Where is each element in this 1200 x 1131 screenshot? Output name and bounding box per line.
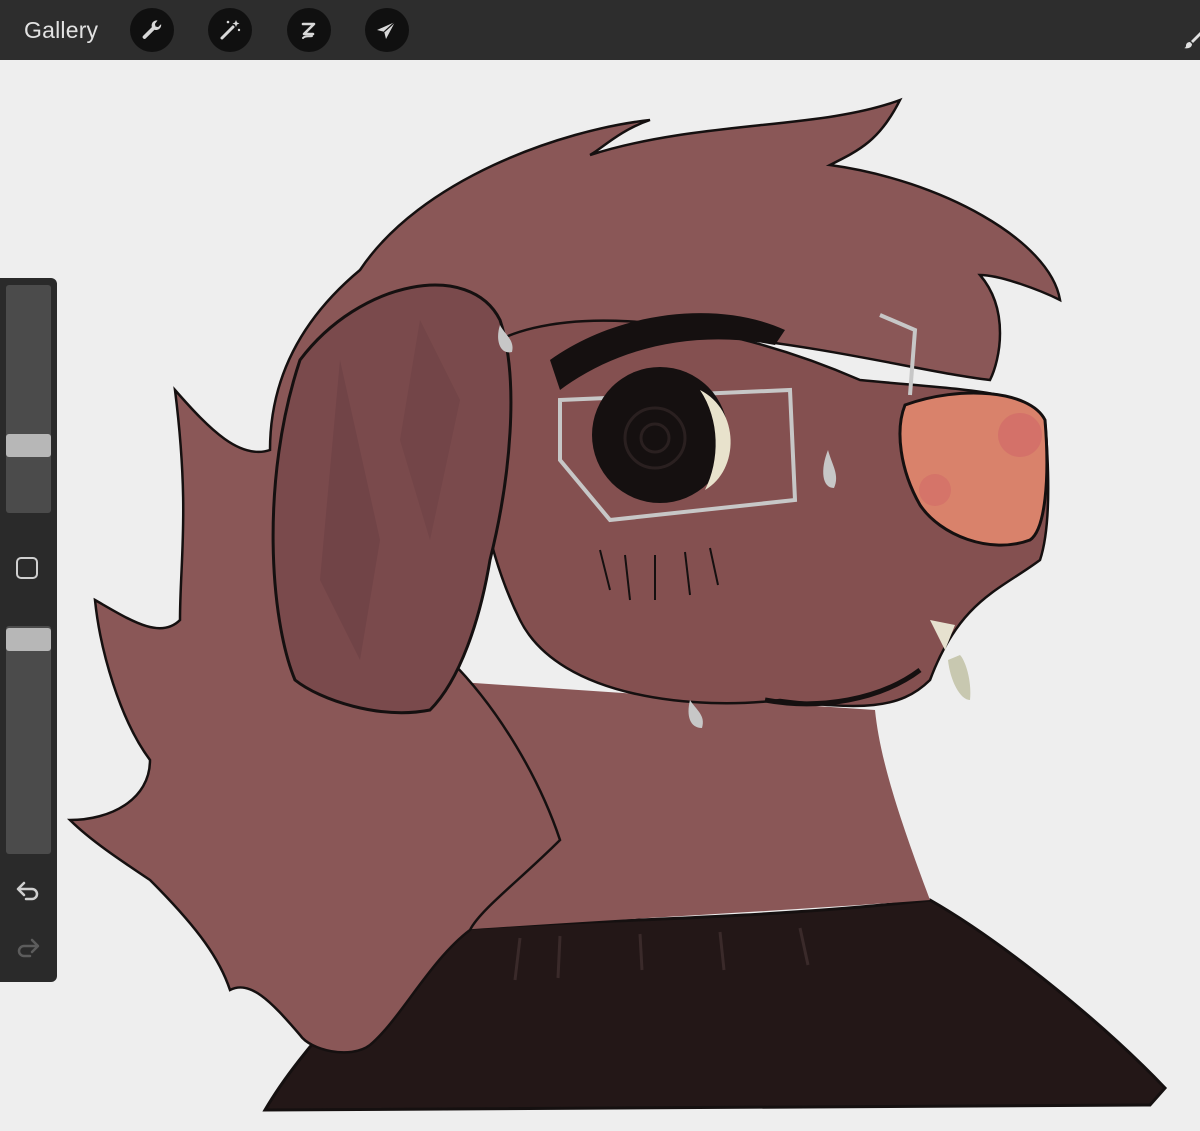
drawing-canvas[interactable] <box>0 60 1200 1131</box>
opacity-slider-thumb[interactable] <box>6 628 51 651</box>
redo-icon[interactable] <box>14 934 42 962</box>
brush-icon[interactable] <box>1182 28 1200 50</box>
transform-button[interactable] <box>365 8 409 52</box>
eye <box>592 367 728 503</box>
actions-button[interactable] <box>130 8 174 52</box>
wrench-icon <box>142 20 162 39</box>
undo-icon[interactable] <box>14 877 42 905</box>
ear <box>271 283 513 715</box>
brush-size-slider[interactable] <box>6 285 51 513</box>
sidebar <box>0 278 57 982</box>
gallery-button[interactable]: Gallery <box>24 15 98 45</box>
selection-s-icon <box>301 22 316 39</box>
brush-size-slider-thumb[interactable] <box>6 434 51 457</box>
magic-wand-icon <box>220 20 241 40</box>
arrow-cursor-icon <box>377 21 396 39</box>
top-toolbar: Gallery <box>0 0 1200 60</box>
selection-button[interactable] <box>287 8 331 52</box>
modify-button[interactable] <box>16 557 38 579</box>
opacity-slider[interactable] <box>6 626 51 854</box>
adjustments-button[interactable] <box>208 8 252 52</box>
